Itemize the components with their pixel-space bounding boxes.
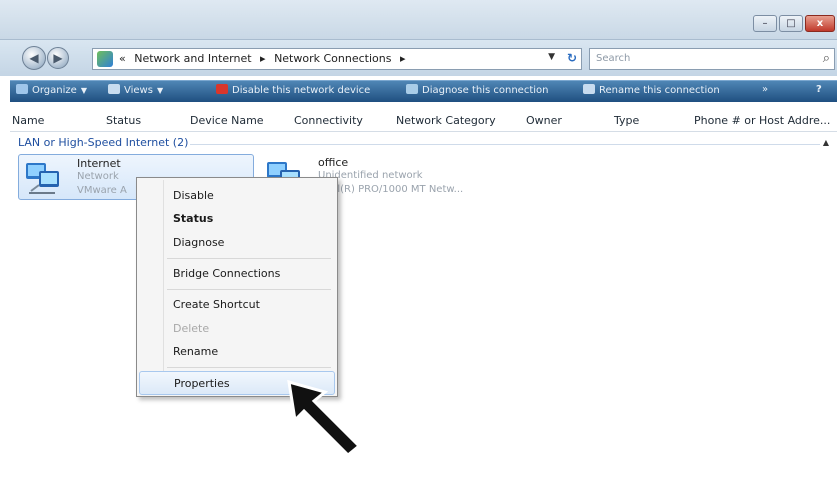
menu-separator [167, 258, 331, 259]
forward-button[interactable]: ▶ [47, 47, 69, 69]
breadcrumb-network-connections[interactable]: Network Connections [274, 52, 391, 65]
arrow-pointer-icon [287, 379, 362, 458]
connection-name: office [318, 156, 349, 169]
rename-label: Rename this connection [599, 85, 720, 96]
more-commands-button[interactable]: » [762, 84, 768, 95]
minimize-icon: – [762, 18, 768, 29]
menu-item-disable[interactable]: Disable [139, 184, 335, 208]
organize-icon [16, 84, 28, 94]
maximize-icon: □ [786, 18, 796, 29]
magnifier-icon[interactable]: ⌕ [823, 51, 830, 66]
menu-item-bridge-connections[interactable]: Bridge Connections [139, 262, 335, 286]
menu-item-status[interactable]: Status [139, 207, 335, 231]
menu-item-create-shortcut[interactable]: Create Shortcut [139, 293, 335, 317]
group-divider [190, 144, 820, 145]
breadcrumb-overflow[interactable]: « [119, 52, 126, 65]
column-connectivity[interactable]: Connectivity [294, 114, 363, 127]
menu-item-label: Status [173, 212, 214, 225]
column-owner[interactable]: Owner [526, 114, 562, 127]
close-icon: x [816, 18, 824, 29]
explorer-window: – □ x ◀ ▶ « Network and Internet ▸ Netwo… [0, 0, 837, 495]
column-status[interactable]: Status [106, 114, 141, 127]
menu-item-label: Create Shortcut [173, 298, 260, 311]
menu-item-label: Rename [173, 345, 219, 358]
search-input[interactable]: Search ⌕ [589, 48, 835, 70]
network-adapter-icon [26, 163, 59, 194]
menu-item-label: Disable [173, 189, 214, 202]
caption-buttons: – □ x [753, 15, 835, 32]
refresh-icon[interactable]: ↻ [567, 51, 577, 65]
control-panel-icon [97, 51, 113, 67]
menu-separator [167, 289, 331, 290]
connection-status: Network [77, 171, 119, 182]
menu-item-label: Properties [174, 377, 230, 390]
diagnose-connection-button[interactable]: Diagnose this connection [406, 84, 548, 96]
address-row: ◀ ▶ « Network and Internet ▸ Network Con… [0, 40, 837, 76]
column-name[interactable]: Name [12, 114, 44, 127]
file-list: LAN or High-Speed Internet (2) ▲ Interne… [10, 132, 837, 495]
menu-item-diagnose[interactable]: Diagnose [139, 231, 335, 255]
close-button[interactable]: x [805, 15, 835, 32]
views-button[interactable]: Views ▼ [108, 84, 163, 96]
maximize-button[interactable]: □ [779, 15, 803, 32]
breadcrumb-separator[interactable]: ▸ [260, 52, 266, 65]
connection-device: VMware A [77, 185, 127, 196]
title-bar: – □ x [0, 0, 837, 40]
minimize-button[interactable]: – [753, 15, 777, 32]
back-button[interactable]: ◀ [22, 46, 46, 70]
views-icon [108, 84, 120, 94]
organize-button[interactable]: Organize ▼ [16, 84, 87, 96]
organize-label: Organize [32, 85, 77, 96]
column-header: Name Status Device Name Connectivity Net… [10, 110, 837, 132]
menu-item-rename[interactable]: Rename [139, 340, 335, 364]
breadcrumb-network-and-internet[interactable]: Network and Internet [134, 52, 251, 65]
search-placeholder: Search [596, 53, 631, 64]
column-network-category[interactable]: Network Category [396, 114, 496, 127]
menu-item-label: Diagnose [173, 236, 225, 249]
diagnose-label: Diagnose this connection [422, 85, 549, 96]
chevron-down-icon: ▼ [156, 86, 164, 95]
disable-device-button[interactable]: Disable this network device [216, 84, 370, 96]
connection-device: Intel(R) PRO/1000 MT Netw... [318, 184, 464, 195]
menu-item-delete: Delete [139, 317, 335, 341]
context-menu: Disable Status Diagnose Bridge Connectio… [136, 177, 338, 397]
views-label: Views [124, 85, 153, 96]
help-icon[interactable]: ? [816, 84, 822, 95]
menu-separator [167, 367, 331, 368]
column-type[interactable]: Type [614, 114, 639, 127]
column-phone-or-host[interactable]: Phone # or Host Addre... [694, 114, 830, 127]
disable-device-label: Disable this network device [232, 85, 371, 96]
rename-connection-button[interactable]: Rename this connection [583, 84, 720, 96]
group-header[interactable]: LAN or High-Speed Internet (2) [18, 136, 188, 149]
chevron-down-icon: ▼ [80, 86, 87, 95]
connection-name: Internet [77, 157, 121, 170]
command-bar: Organize ▼ Views ▼ Disable this network de… [10, 80, 837, 102]
arrow-right-icon: ▶ [53, 51, 63, 65]
address-dropdown-icon[interactable]: ▼ [548, 52, 555, 62]
arrow-left-icon: ◀ [29, 51, 39, 65]
breadcrumb: « Network and Internet ▸ Network Connect… [119, 52, 411, 65]
rename-icon [583, 84, 595, 94]
menu-item-label: Delete [173, 322, 210, 335]
column-device-name[interactable]: Device Name [190, 114, 264, 127]
disable-icon [216, 84, 228, 94]
collapse-group-icon[interactable]: ▲ [823, 138, 829, 147]
breadcrumb-separator[interactable]: ▸ [400, 52, 406, 65]
address-bar[interactable]: « Network and Internet ▸ Network Connect… [92, 48, 582, 70]
diagnose-icon [406, 84, 418, 94]
menu-item-label: Bridge Connections [173, 267, 281, 280]
